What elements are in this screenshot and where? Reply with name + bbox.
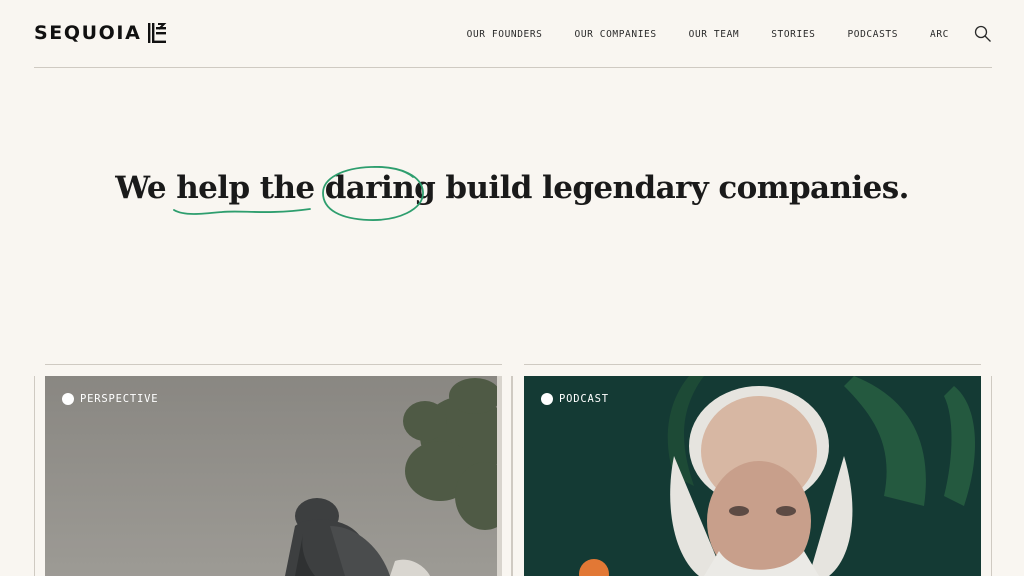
nav-stories[interactable]: STORIES [771,29,815,40]
sequoia-logo[interactable]: SEQUOIA [34,22,167,44]
podcast-card[interactable]: PODCAST [524,376,981,576]
search-icon[interactable] [974,25,992,43]
logo-mark-icon [148,23,167,43]
statue-photo [45,376,502,576]
headline-part-we: We [115,170,167,206]
nav-our-companies[interactable]: OUR COMPANIES [575,29,657,40]
hero-headline: We help the daring build legendary compa… [115,165,909,221]
main-nav: OUR FOUNDERS OUR COMPANIES OUR TEAM STOR… [435,22,992,46]
logo-wordmark: SEQUOIA [34,22,142,44]
featured-cards: PERSPECTIVE PODCAST [0,364,1024,576]
hero-section: We help the daring build legendary compa… [0,165,1024,221]
card-divider [524,364,981,365]
portrait-photo [524,376,981,576]
tag-dot-icon [541,393,553,405]
headline-underlined-phrase: help the [173,170,315,215]
card-divider [45,364,502,365]
headline-part-end: build legendary companies. [445,170,909,206]
nav-our-founders[interactable]: OUR FOUNDERS [467,29,543,40]
perspective-tag: PERSPECTIVE [62,393,158,405]
headline-circled-word: daring [321,165,436,221]
tag-dot-icon [62,393,74,405]
nav-our-team[interactable]: OUR TEAM [689,29,740,40]
site-header: SEQUOIA OUR FOUNDERS OUR COMPANIES OUR T… [34,0,992,68]
podcast-tag: PODCAST [541,393,609,405]
perspective-card[interactable]: PERSPECTIVE [45,376,502,576]
nav-arc[interactable]: ARC [930,29,949,40]
nav-podcasts[interactable]: PODCASTS [847,29,898,40]
